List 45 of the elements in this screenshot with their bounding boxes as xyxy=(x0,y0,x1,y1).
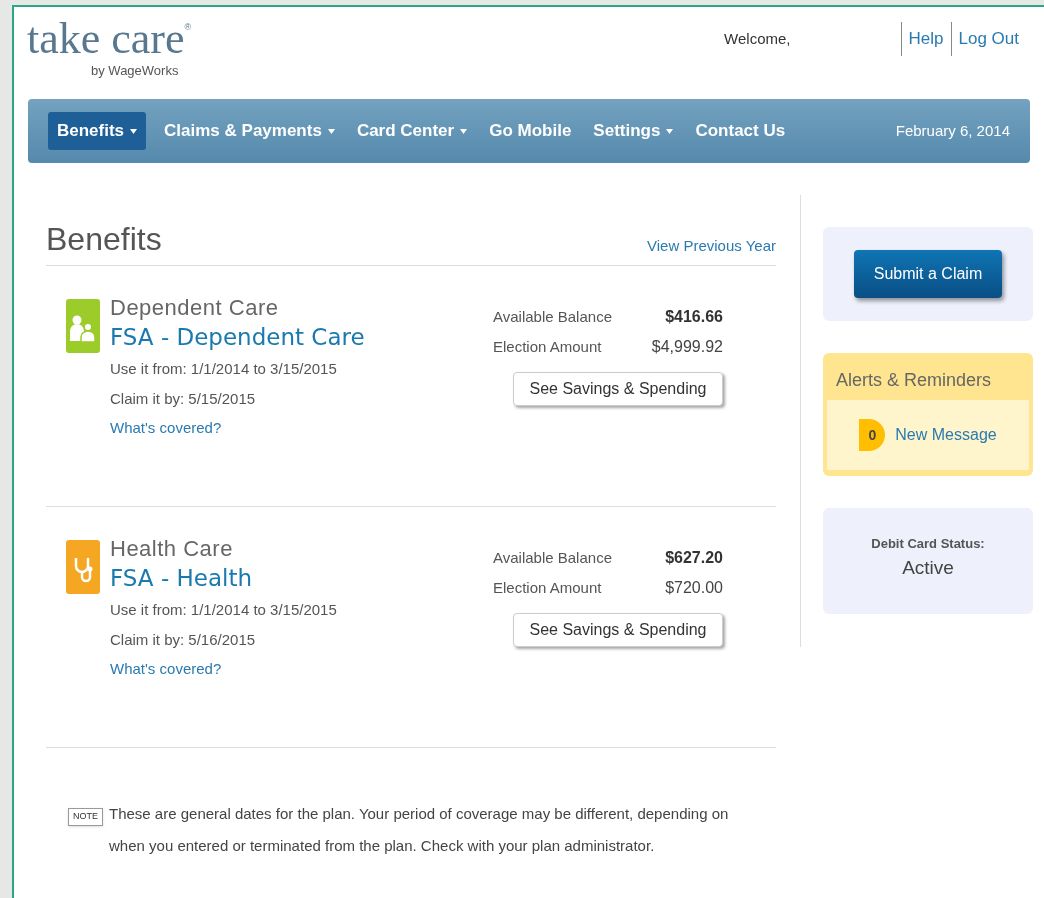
plan-category: Health Care xyxy=(110,535,234,563)
card-status-label: Debit Card Status: xyxy=(871,535,985,553)
card-status-value: Active xyxy=(902,555,954,580)
welcome-text: Welcome, xyxy=(724,28,791,49)
whats-covered-link[interactable]: What's covered? xyxy=(110,414,490,442)
nav-tab[interactable]: Settings xyxy=(589,112,678,150)
registered-mark: ® xyxy=(184,21,192,34)
nav-tab[interactable]: Go Mobile xyxy=(485,112,576,150)
election-label: Election Amount xyxy=(493,578,602,598)
alerts-title: Alerts & Reminders xyxy=(835,369,993,392)
claim-deadline-text: Claim it by: 5/15/2015 xyxy=(110,389,257,409)
balance-label: Available Balance xyxy=(493,307,612,327)
see-savings-button[interactable]: See Savings & Spending xyxy=(513,613,723,647)
page-title: Benefits xyxy=(46,221,162,257)
stethoscope-icon xyxy=(66,540,100,594)
header-link[interactable]: Log Out xyxy=(950,22,1026,56)
election-label: Election Amount xyxy=(493,337,602,357)
new-message-link[interactable]: New Message xyxy=(895,423,997,447)
submit-claim-button[interactable]: Submit a Claim xyxy=(854,250,1002,298)
plan-name-link[interactable]: FSA - Health xyxy=(110,563,490,593)
plan-name-link[interactable]: FSA - Dependent Care xyxy=(110,322,490,352)
message-count-badge: 0 xyxy=(859,419,886,451)
note-text: These are general dates for the plan. Your period of coverage may be different, depending on when you entered or terminated from the plan. Check with your plan administrator. xyxy=(109,804,730,856)
nav-tab[interactable]: Contact Us xyxy=(691,112,790,150)
balance-value: $416.66 xyxy=(665,307,723,327)
balance-value: $627.20 xyxy=(665,548,723,568)
whats-covered-link[interactable]: What's covered? xyxy=(110,655,490,683)
see-savings-button[interactable]: See Savings & Spending xyxy=(513,372,723,406)
election-value: $720.00 xyxy=(665,578,723,598)
view-previous-year-link[interactable]: View Previous Year xyxy=(647,234,776,257)
note-tag: NOTE xyxy=(68,808,103,826)
use-period-text: Use it from: 1/1/2014 to 3/15/2015 xyxy=(110,359,338,379)
plan-category: Dependent Care xyxy=(110,294,280,322)
election-value: $4,999.92 xyxy=(651,337,723,357)
date-text: February 6, 2014 xyxy=(895,120,1010,141)
logo-byline: by WageWorks xyxy=(91,62,180,80)
people-icon xyxy=(66,299,100,353)
logo-wordmark: take care xyxy=(27,17,185,61)
use-period-text: Use it from: 1/1/2014 to 3/15/2015 xyxy=(110,600,338,620)
nav-tab[interactable]: Claims & Payments xyxy=(160,112,339,150)
claim-deadline-text: Claim it by: 5/16/2015 xyxy=(110,630,257,650)
balance-label: Available Balance xyxy=(493,548,612,568)
nav-tab[interactable]: Card Center xyxy=(352,112,472,150)
header-link[interactable]: Help xyxy=(900,22,951,56)
nav-tab[interactable]: Benefits xyxy=(48,112,147,150)
